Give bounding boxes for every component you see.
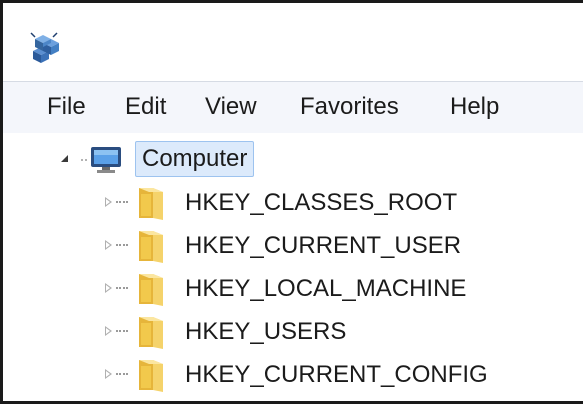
menu-edit[interactable]: Edit — [121, 90, 170, 124]
folder-icon — [139, 188, 163, 220]
tree-connector — [116, 287, 128, 291]
folder-icon — [139, 317, 163, 349]
tree-item-label[interactable]: HKEY_CURRENT_USER — [185, 228, 461, 264]
tree-connector — [116, 201, 128, 205]
folder-icon — [139, 274, 163, 306]
expand-arrow-icon[interactable] — [105, 240, 112, 250]
title-bar — [3, 3, 583, 81]
menu-view[interactable]: View — [201, 90, 261, 124]
expand-arrow-icon[interactable] — [105, 283, 112, 293]
tree-root-label[interactable]: Computer — [135, 141, 255, 177]
registry-editor-icon — [30, 32, 59, 63]
tree-connector — [116, 330, 128, 334]
folder-icon — [139, 360, 163, 392]
registry-editor-window: File Edit View Favorites Help Computer H… — [0, 0, 583, 404]
collapse-arrow-icon[interactable] — [61, 155, 68, 162]
tree-item-label[interactable]: HKEY_LOCAL_MACHINE — [185, 271, 466, 307]
expand-arrow-icon[interactable] — [105, 369, 112, 379]
tree-item-label[interactable]: HKEY_CLASSES_ROOT — [185, 185, 457, 221]
folder-icon — [139, 231, 163, 263]
menu-bar: File Edit View Favorites Help — [3, 81, 583, 134]
menu-file[interactable]: File — [43, 90, 90, 124]
tree-item-label[interactable]: HKEY_CURRENT_CONFIG — [185, 357, 488, 393]
registry-tree: Computer HKEY_CLASSES_ROOT HKEY_CURRENT_… — [3, 133, 583, 401]
menu-help[interactable]: Help — [446, 90, 503, 124]
menu-favorites[interactable]: Favorites — [296, 90, 403, 124]
computer-icon — [81, 147, 121, 173]
tree-connector — [116, 244, 128, 248]
tree-item-label[interactable]: HKEY_USERS — [185, 314, 346, 350]
tree-connector — [116, 373, 128, 377]
expand-arrow-icon[interactable] — [105, 326, 112, 336]
expand-arrow-icon[interactable] — [105, 197, 112, 207]
